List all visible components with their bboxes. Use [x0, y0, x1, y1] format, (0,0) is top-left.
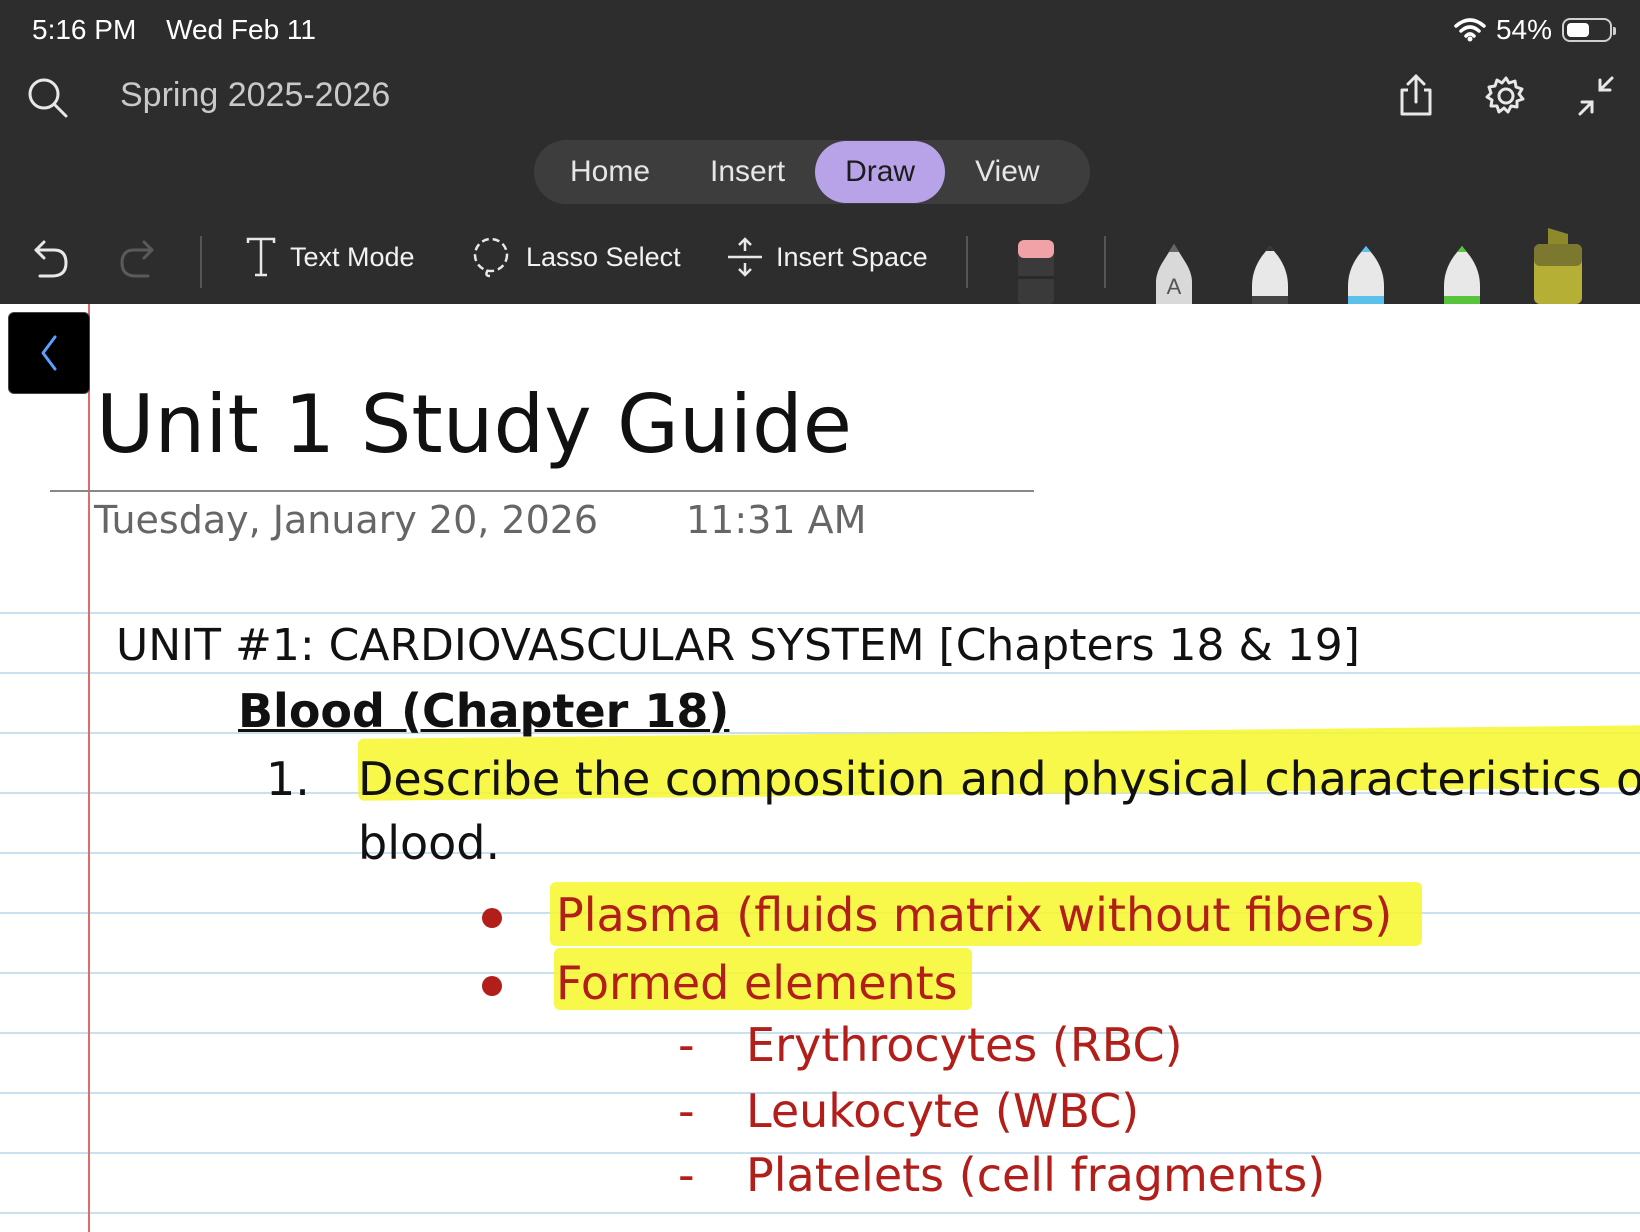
ribbon-tabs: Home Insert Draw View: [534, 140, 1090, 204]
ruled-line: [0, 672, 1640, 674]
eraser-icon[interactable]: [1016, 236, 1056, 304]
tab-home[interactable]: Home: [540, 141, 680, 203]
collapse-arrows-icon[interactable]: [1572, 72, 1620, 120]
toolbar-divider: [966, 236, 968, 288]
pen-blue-icon[interactable]: [1344, 242, 1388, 304]
search-icon[interactable]: [26, 76, 70, 120]
top-right-icons: [1392, 72, 1620, 120]
toolbar-divider: [200, 236, 202, 288]
chevron-left-icon: [41, 335, 57, 371]
section-heading[interactable]: Blood (Chapter 18): [238, 684, 729, 738]
wifi-icon: [1454, 18, 1486, 42]
collapse-sidebar-button[interactable]: [8, 312, 90, 394]
bullet-dot: [482, 908, 502, 928]
tab-view[interactable]: View: [945, 141, 1069, 203]
ruled-line: [0, 852, 1640, 854]
insert-space-label: Insert Space: [776, 241, 928, 272]
status-bar-right: 54%: [1454, 14, 1616, 46]
toolbar-divider: [1104, 236, 1106, 288]
insert-space-button[interactable]: Insert Space: [728, 232, 928, 282]
status-bar-left: 5:16 PM Wed Feb 11: [32, 14, 338, 46]
notebook-title[interactable]: Spring 2025-2026: [120, 76, 390, 115]
sub-item-erythrocytes[interactable]: Erythrocytes (RBC): [746, 1018, 1183, 1072]
note-page[interactable]: Unit 1 Study Guide Tuesday, January 20, …: [0, 304, 1640, 1232]
text-mode-label: Text Mode: [290, 241, 415, 272]
bullet-plasma[interactable]: Plasma (fluids matrix without fibers): [556, 888, 1392, 942]
tab-draw[interactable]: Draw: [815, 141, 946, 203]
redo-icon[interactable]: [116, 236, 160, 284]
lasso-icon: [473, 237, 509, 278]
item-number: 1.: [266, 752, 310, 806]
highlighter-yellow-icon[interactable]: [1530, 228, 1586, 304]
settings-gear-icon[interactable]: [1482, 72, 1530, 120]
page-time: 11:31 AM: [686, 498, 867, 542]
ruled-line: [0, 612, 1640, 614]
page-date: Tuesday, January 20, 2026: [94, 498, 599, 542]
bullet-formed-elements[interactable]: Formed elements: [556, 956, 958, 1010]
sub-item-dash: -: [678, 1148, 695, 1202]
undo-icon[interactable]: [28, 236, 72, 284]
lasso-select-label: Lasso Select: [526, 241, 681, 272]
item-text-line1[interactable]: Describe the composition and physical ch…: [358, 752, 1640, 806]
page-margin-line: [88, 304, 90, 1232]
unit-heading[interactable]: UNIT #1: CARDIOVASCULAR SYSTEM [Chapters…: [116, 620, 1360, 671]
share-icon[interactable]: [1392, 72, 1440, 120]
text-mode-button[interactable]: Text Mode: [246, 232, 415, 282]
page-title[interactable]: Unit 1 Study Guide: [96, 378, 852, 471]
sub-item-platelets[interactable]: Platelets (cell fragments): [746, 1148, 1325, 1202]
status-time: 5:16 PM: [32, 14, 137, 45]
tab-insert[interactable]: Insert: [680, 141, 815, 203]
pen-white-icon[interactable]: [1248, 242, 1292, 304]
insert-space-icon: [728, 237, 762, 277]
app-chrome: 5:16 PM Wed Feb 11 54% Spring 2025-2026: [0, 0, 1640, 304]
ruled-line: [0, 1212, 1640, 1214]
bullet-dot: [482, 976, 502, 996]
pencil-label: A: [1167, 274, 1182, 299]
text-cursor-icon: [246, 237, 276, 277]
draw-toolbar: Text Mode Lasso Select Insert Space A: [0, 222, 1640, 304]
battery-percent: 54%: [1495, 14, 1552, 45]
sub-item-dash: -: [678, 1084, 695, 1138]
pen-green-icon[interactable]: [1440, 242, 1484, 304]
lasso-select-button[interactable]: Lasso Select: [470, 232, 681, 282]
pencil-tool-icon[interactable]: A: [1152, 242, 1196, 304]
title-row: Spring 2025-2026: [0, 68, 1640, 128]
sub-item-dash: -: [678, 1018, 695, 1072]
title-underline: [50, 490, 1034, 492]
status-date: Wed Feb 11: [166, 14, 317, 45]
battery-icon: [1562, 18, 1616, 42]
item-text-line2[interactable]: blood.: [358, 816, 500, 870]
sub-item-leukocyte[interactable]: Leukocyte (WBC): [746, 1084, 1139, 1138]
